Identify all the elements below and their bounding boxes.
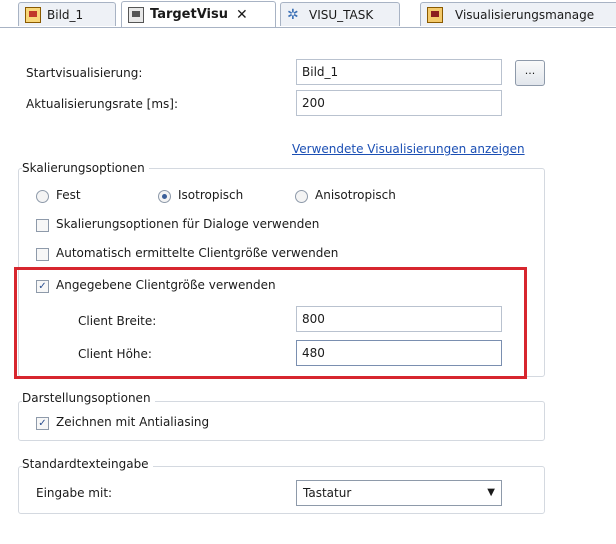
radio-isotropisch-label: Isotropisch: [178, 188, 244, 202]
antialiasing-checkbox[interactable]: ✓: [36, 417, 49, 430]
antialiasing-label: Zeichnen mit Antialiasing: [56, 415, 210, 429]
radio-isotropisch[interactable]: [158, 190, 171, 203]
start-visualization-input[interactable]: Bild_1: [296, 59, 502, 85]
editor-tab-bar: Bild_1 TargetVisu ✕ ✲ VISU_TASK Visualis…: [0, 0, 616, 28]
radio-fest[interactable]: [36, 190, 49, 203]
tab-bild-1[interactable]: Bild_1: [18, 2, 116, 26]
dialog-scaling-label: Skalierungsoptionen für Dialoge verwende…: [56, 217, 320, 231]
input-with-select[interactable]: Tastatur ▼: [296, 480, 502, 506]
tab-visualisierungsmanager[interactable]: Visualisierungsmanage: [420, 2, 616, 26]
radio-anisotropisch[interactable]: [295, 190, 308, 203]
tab-label: Visualisierungsmanage: [455, 7, 595, 22]
update-rate-label: Aktualisierungsrate [ms]:: [26, 97, 179, 111]
input-with-value: Tastatur: [303, 486, 352, 500]
tab-label: VISU_TASK: [309, 7, 374, 22]
tab-label: TargetVisu: [150, 7, 228, 22]
auto-client-size-label: Automatisch ermittelte Clientgröße verwe…: [56, 246, 339, 260]
highlight-box: [14, 267, 527, 379]
tab-label: Bild_1: [47, 7, 84, 22]
task-icon: ✲: [287, 6, 299, 23]
input-with-label: Eingabe mit:: [36, 486, 113, 500]
dialog-scaling-checkbox[interactable]: [36, 219, 49, 232]
start-visualization-label: Startvisualisierung:: [26, 66, 143, 80]
update-rate-input[interactable]: 200: [296, 90, 502, 116]
radio-fest-label: Fest: [56, 188, 81, 202]
visualization-icon: [25, 6, 41, 23]
scaling-options-title: Skalierungsoptionen: [22, 161, 149, 175]
tab-visu-task[interactable]: ✲ VISU_TASK: [280, 2, 400, 26]
browse-button[interactable]: ...: [515, 60, 545, 86]
chevron-down-icon: ▼: [487, 487, 495, 498]
vis-manager-icon: [427, 6, 443, 23]
radio-anisotropisch-label: Anisotropisch: [315, 188, 396, 202]
tab-targetvisu[interactable]: TargetVisu ✕: [121, 1, 276, 27]
text-input-title: Standardtexteingabe: [22, 457, 153, 471]
auto-client-size-checkbox[interactable]: [36, 248, 49, 261]
display-options-title: Darstellungsoptionen: [22, 391, 155, 405]
close-icon[interactable]: ✕: [236, 7, 248, 23]
target-visu-icon: [128, 6, 144, 23]
used-visualizations-link[interactable]: Verwendete Visualisierungen anzeigen: [292, 142, 525, 156]
